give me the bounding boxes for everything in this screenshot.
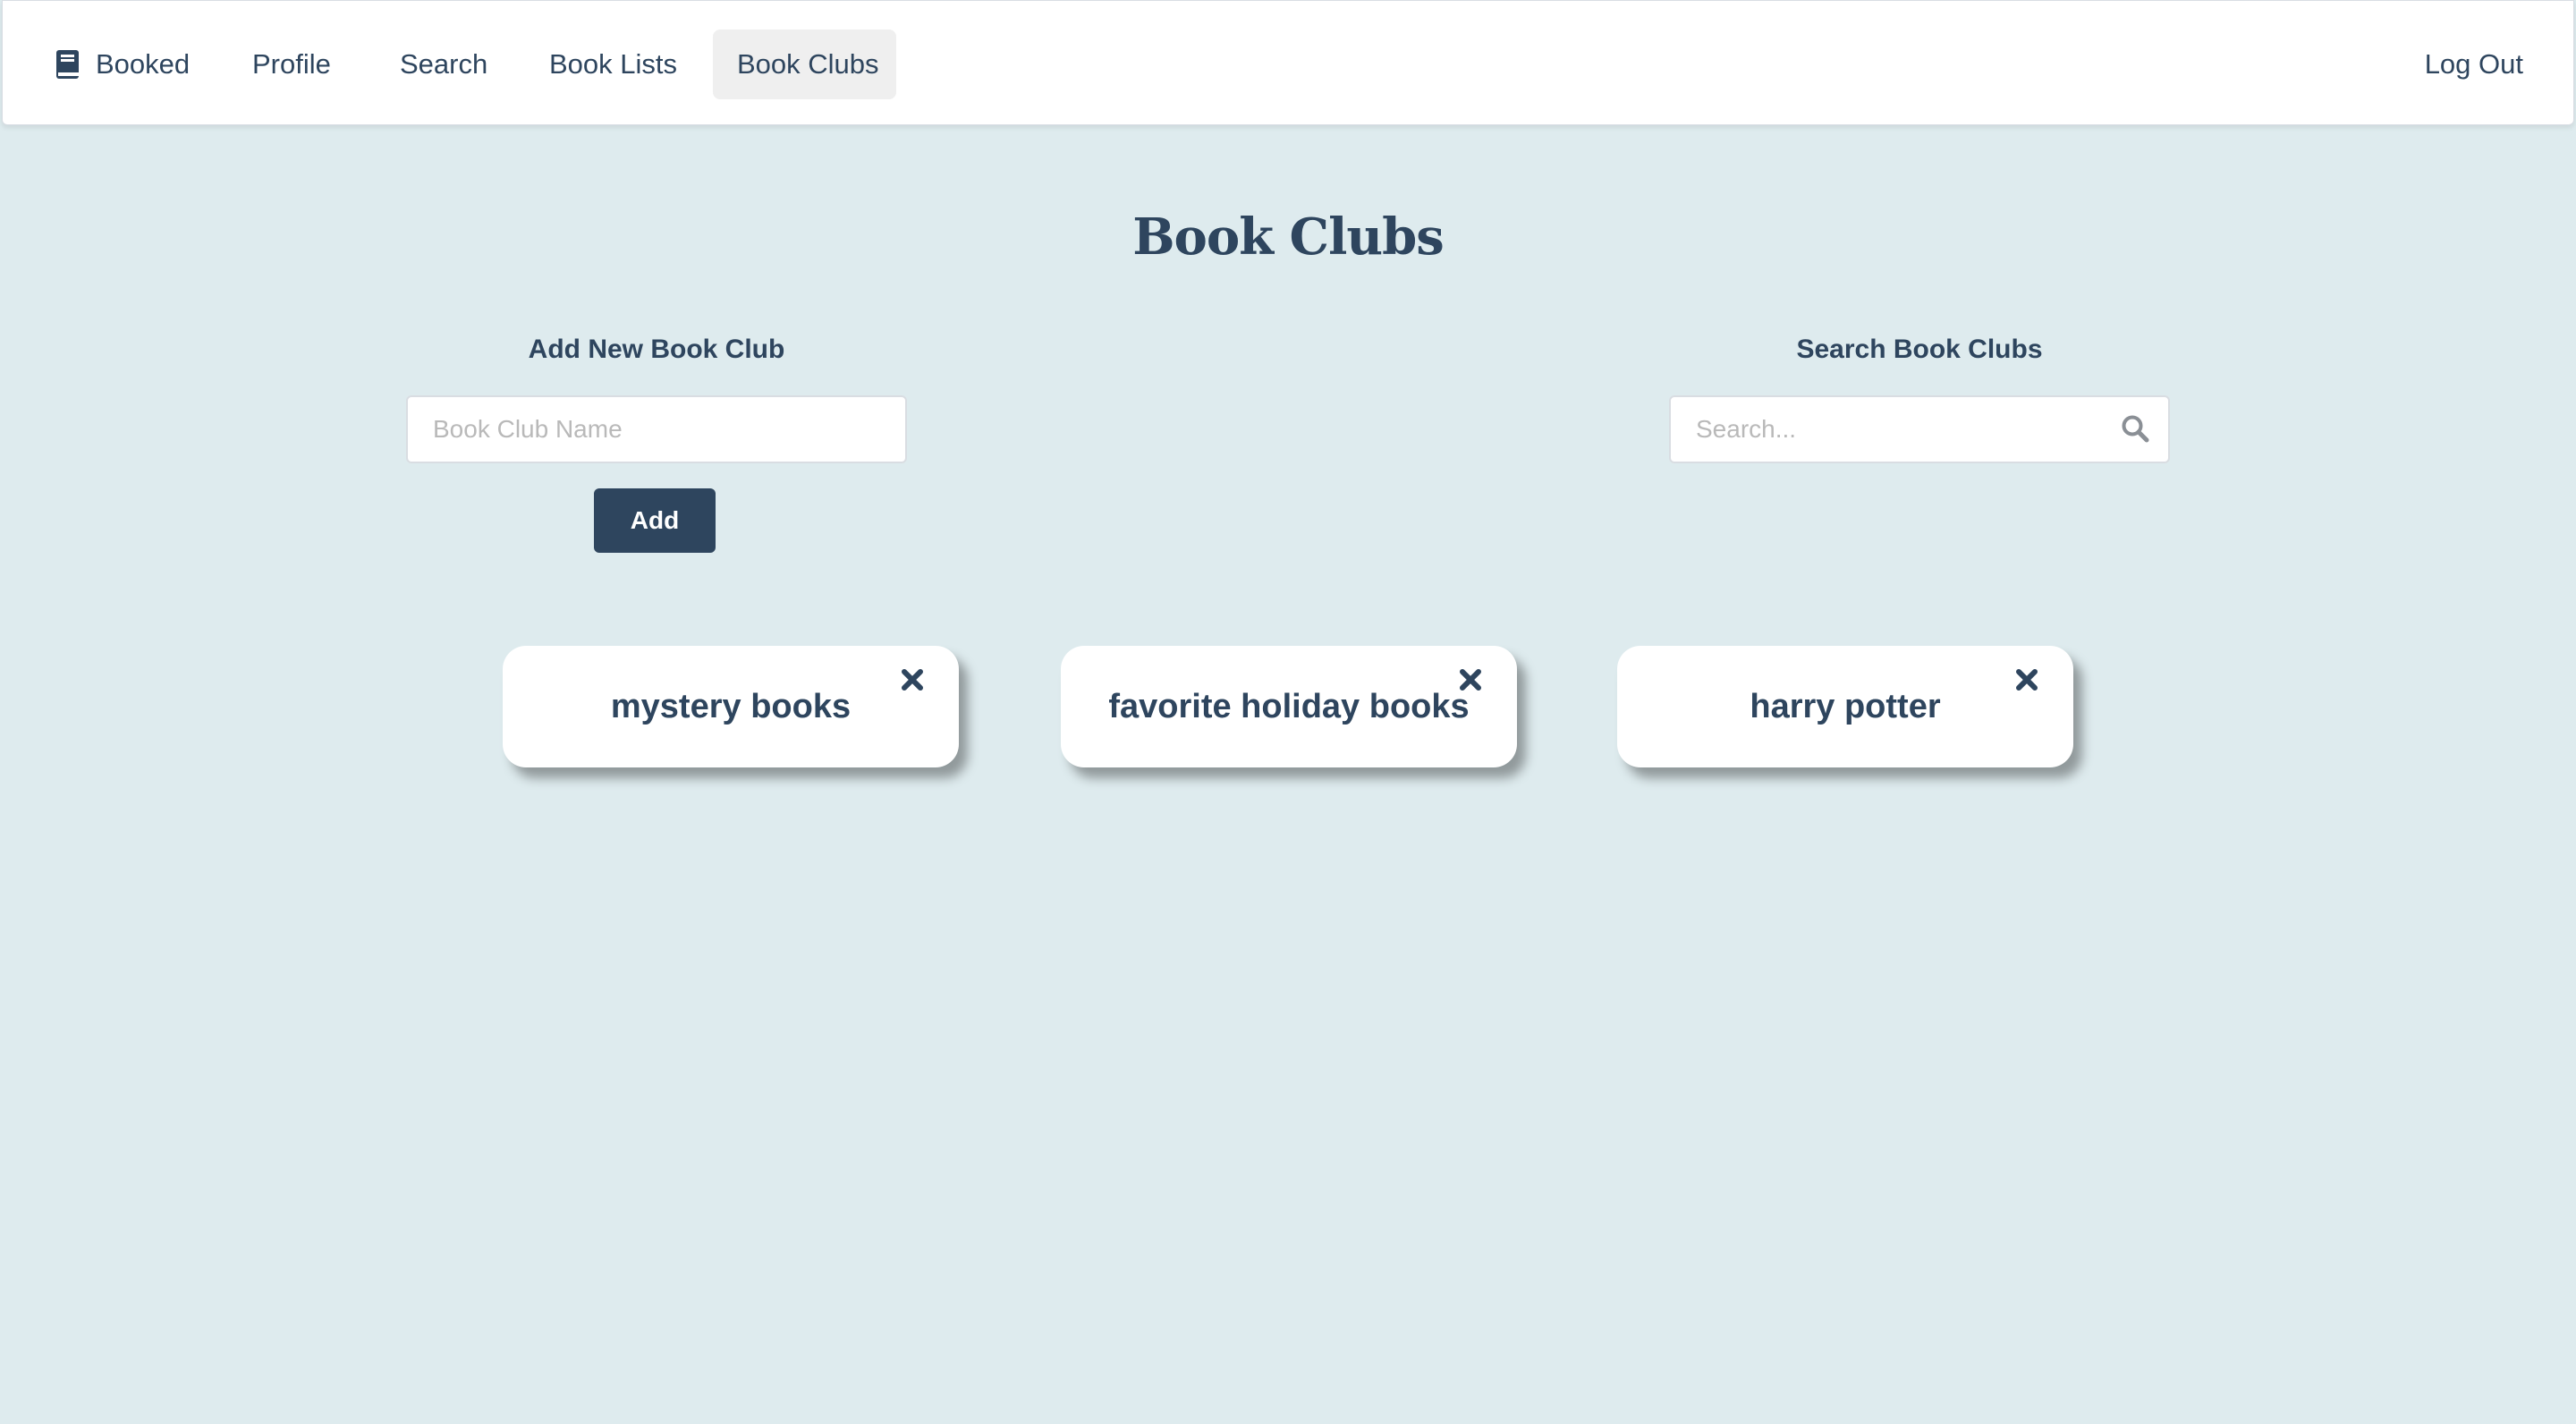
club-card-name: harry potter bbox=[1750, 687, 1941, 725]
close-icon[interactable] bbox=[1458, 667, 1483, 692]
add-club-label: Add New Book Club bbox=[528, 335, 785, 364]
close-icon[interactable] bbox=[2014, 667, 2039, 692]
logout-link[interactable]: Log Out bbox=[2425, 30, 2523, 99]
nav-brand-label: Booked bbox=[96, 48, 191, 80]
book-icon bbox=[56, 50, 79, 79]
add-club-button[interactable]: Add bbox=[594, 488, 716, 553]
page-title: Book Clubs bbox=[1132, 208, 1445, 267]
club-card[interactable]: mystery books bbox=[503, 646, 959, 767]
club-card[interactable]: harry potter bbox=[1617, 646, 2073, 767]
search-icon[interactable] bbox=[2120, 413, 2150, 444]
nav-brand-booked[interactable]: Booked bbox=[55, 30, 190, 99]
nav-item-search[interactable]: Search bbox=[400, 30, 487, 99]
search-clubs-input[interactable] bbox=[1669, 395, 2170, 463]
club-card-name: mystery books bbox=[610, 687, 852, 725]
club-card[interactable]: favorite holiday books bbox=[1061, 646, 1517, 767]
close-icon[interactable] bbox=[900, 667, 925, 692]
club-card-name: favorite holiday books bbox=[1108, 687, 1470, 725]
nav-item-book-lists[interactable]: Book Lists bbox=[549, 30, 677, 99]
club-name-input[interactable] bbox=[406, 395, 907, 463]
search-clubs-label: Search Book Clubs bbox=[1796, 335, 2043, 364]
nav-item-profile[interactable]: Profile bbox=[252, 30, 331, 99]
nav-item-book-clubs[interactable]: Book Clubs bbox=[713, 30, 896, 99]
top-navbar: Booked Profile Search Book Lists Book Cl… bbox=[2, 0, 2574, 125]
